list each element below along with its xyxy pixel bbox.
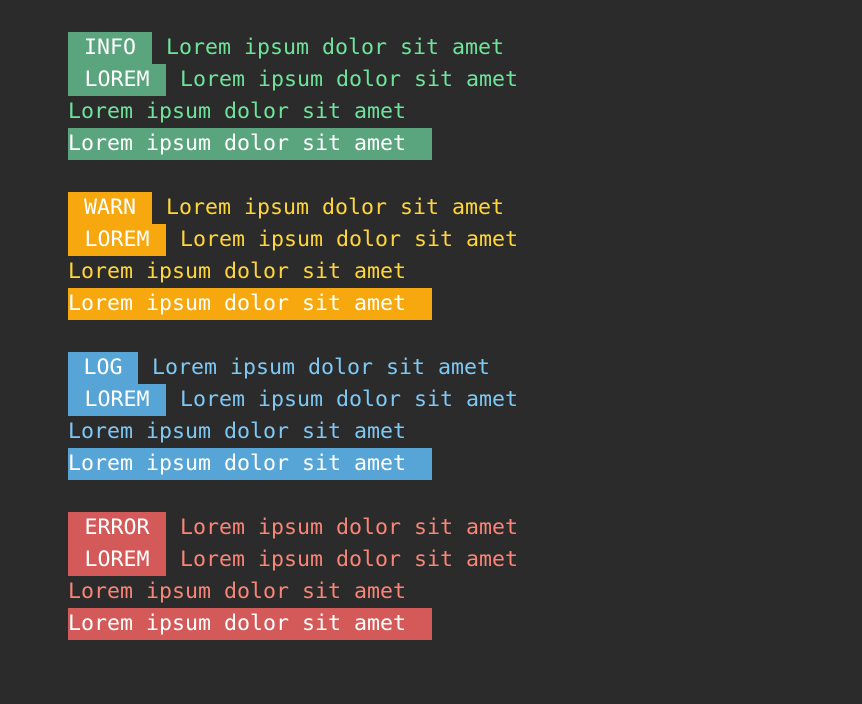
lorem-badge: LOREM bbox=[68, 64, 166, 96]
log-line-highlighted: Lorem ipsum dolor sit amet bbox=[68, 288, 432, 320]
log-message: Lorem ipsum dolor sit amet bbox=[166, 195, 505, 220]
log-message-highlighted: Lorem ipsum dolor sit amet bbox=[68, 288, 432, 320]
lorem-badge: LOREM bbox=[68, 384, 166, 416]
log-message-highlighted: Lorem ipsum dolor sit amet bbox=[68, 128, 432, 160]
log-message: Lorem ipsum dolor sit amet bbox=[180, 227, 519, 252]
log-line-highlighted: Lorem ipsum dolor sit amet bbox=[68, 448, 432, 480]
log-line-plain: Lorem ipsum dolor sit amet bbox=[68, 256, 406, 288]
log-line-plain: Lorem ipsum dolor sit amet bbox=[68, 416, 406, 448]
log-message: Lorem ipsum dolor sit amet bbox=[152, 355, 491, 380]
log-message: Lorem ipsum dolor sit amet bbox=[68, 419, 407, 444]
log-line-lorem-badge: LOREM Lorem ipsum dolor sit amet bbox=[68, 544, 518, 576]
log-line-lorem-badge: LOREM Lorem ipsum dolor sit amet bbox=[68, 384, 518, 416]
log-message: Lorem ipsum dolor sit amet bbox=[68, 259, 407, 284]
log-line-highlighted: Lorem ipsum dolor sit amet bbox=[68, 128, 432, 160]
warn-badge: WARN bbox=[68, 192, 152, 224]
lorem-badge: LOREM bbox=[68, 544, 166, 576]
lorem-badge: LOREM bbox=[68, 224, 166, 256]
log-line-lorem-badge: LOREM Lorem ipsum dolor sit amet bbox=[68, 64, 518, 96]
log-line-highlighted: Lorem ipsum dolor sit amet bbox=[68, 608, 432, 640]
log-line-error-badge: ERROR Lorem ipsum dolor sit amet bbox=[68, 512, 518, 544]
log-badge: LOG bbox=[68, 352, 138, 384]
log-line-plain: Lorem ipsum dolor sit amet bbox=[68, 576, 406, 608]
log-message: Lorem ipsum dolor sit amet bbox=[166, 35, 505, 60]
log-message: Lorem ipsum dolor sit amet bbox=[68, 99, 407, 124]
log-message: Lorem ipsum dolor sit amet bbox=[180, 67, 519, 92]
log-line-lorem-badge: LOREM Lorem ipsum dolor sit amet bbox=[68, 224, 518, 256]
log-message: Lorem ipsum dolor sit amet bbox=[68, 579, 407, 604]
log-message: Lorem ipsum dolor sit amet bbox=[180, 387, 519, 412]
log-message-highlighted: Lorem ipsum dolor sit amet bbox=[68, 608, 432, 640]
log-line-plain: Lorem ipsum dolor sit amet bbox=[68, 96, 406, 128]
log-message: Lorem ipsum dolor sit amet bbox=[180, 547, 519, 572]
log-message: Lorem ipsum dolor sit amet bbox=[180, 515, 519, 540]
log-line-warn-badge: WARN Lorem ipsum dolor sit amet bbox=[68, 192, 504, 224]
info-badge: INFO bbox=[68, 32, 152, 64]
log-line-info-badge: INFO Lorem ipsum dolor sit amet bbox=[68, 32, 504, 64]
log-line-log-badge: LOG Lorem ipsum dolor sit amet bbox=[68, 352, 490, 384]
error-badge: ERROR bbox=[68, 512, 166, 544]
log-message-highlighted: Lorem ipsum dolor sit amet bbox=[68, 448, 432, 480]
